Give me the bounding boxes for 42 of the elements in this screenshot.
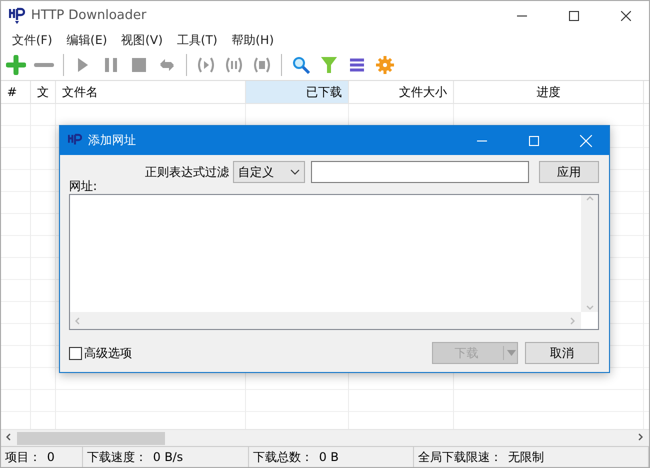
close-icon[interactable] — [621, 10, 631, 20]
bracket-play-icon[interactable] — [196, 55, 216, 75]
search-icon[interactable] — [291, 55, 311, 75]
scroll-down-icon[interactable] — [586, 304, 594, 312]
menu-item[interactable]: 编辑(E) — [59, 32, 114, 48]
cancel-button[interactable]: 取消 — [525, 342, 599, 364]
add-icon[interactable] — [6, 55, 26, 75]
status-label: 项目： — [5, 448, 41, 466]
url-input[interactable] — [69, 194, 599, 330]
caret-icon — [290, 169, 300, 175]
maximize-icon[interactable] — [569, 10, 579, 20]
stop-icon[interactable] — [129, 55, 149, 75]
filter-label: 正则表达式过滤 — [145, 164, 229, 180]
window-title: HTTP Downloader — [31, 8, 148, 23]
status-value: 无限制 — [508, 448, 544, 466]
bracket-pause-icon[interactable] — [224, 55, 244, 75]
status-label: 下载速度： — [87, 448, 147, 466]
gear-icon[interactable] — [375, 55, 395, 75]
menu-item[interactable]: 工具(T) — [170, 32, 224, 48]
advanced-checkbox[interactable] — [69, 346, 82, 360]
advanced-label: 高级选项 — [84, 344, 132, 362]
filter-input[interactable] — [311, 161, 529, 183]
status-label: 全局下载限速： — [418, 448, 502, 466]
scroll-left-icon[interactable] — [5, 432, 13, 440]
status-value: 0 B/s — [153, 450, 183, 464]
dialog-title: 添加网址 — [88, 132, 137, 149]
filter-icon[interactable] — [319, 55, 339, 75]
menu-item[interactable]: 视图(V) — [114, 32, 170, 48]
menu-item[interactable]: 文件(F) — [5, 32, 60, 48]
column-header[interactable]: 已下载 — [246, 81, 349, 103]
apply-button[interactable]: 应用 — [538, 161, 599, 183]
status-label: 下载总数： — [253, 448, 313, 466]
app-logo-icon — [9, 6, 25, 24]
scrollbar-thumb[interactable] — [17, 432, 165, 444]
filter-dropdown[interactable]: 自定义 — [233, 161, 306, 183]
scroll-up-icon[interactable] — [586, 195, 594, 203]
status-value: 0 — [47, 450, 55, 464]
menu-item[interactable]: 帮助(H) — [224, 32, 281, 48]
url-label: 网址: — [69, 179, 98, 193]
bracket-stop-icon[interactable] — [252, 55, 272, 75]
scroll-right-icon[interactable] — [637, 432, 645, 440]
status-value: 0 B — [319, 450, 339, 464]
